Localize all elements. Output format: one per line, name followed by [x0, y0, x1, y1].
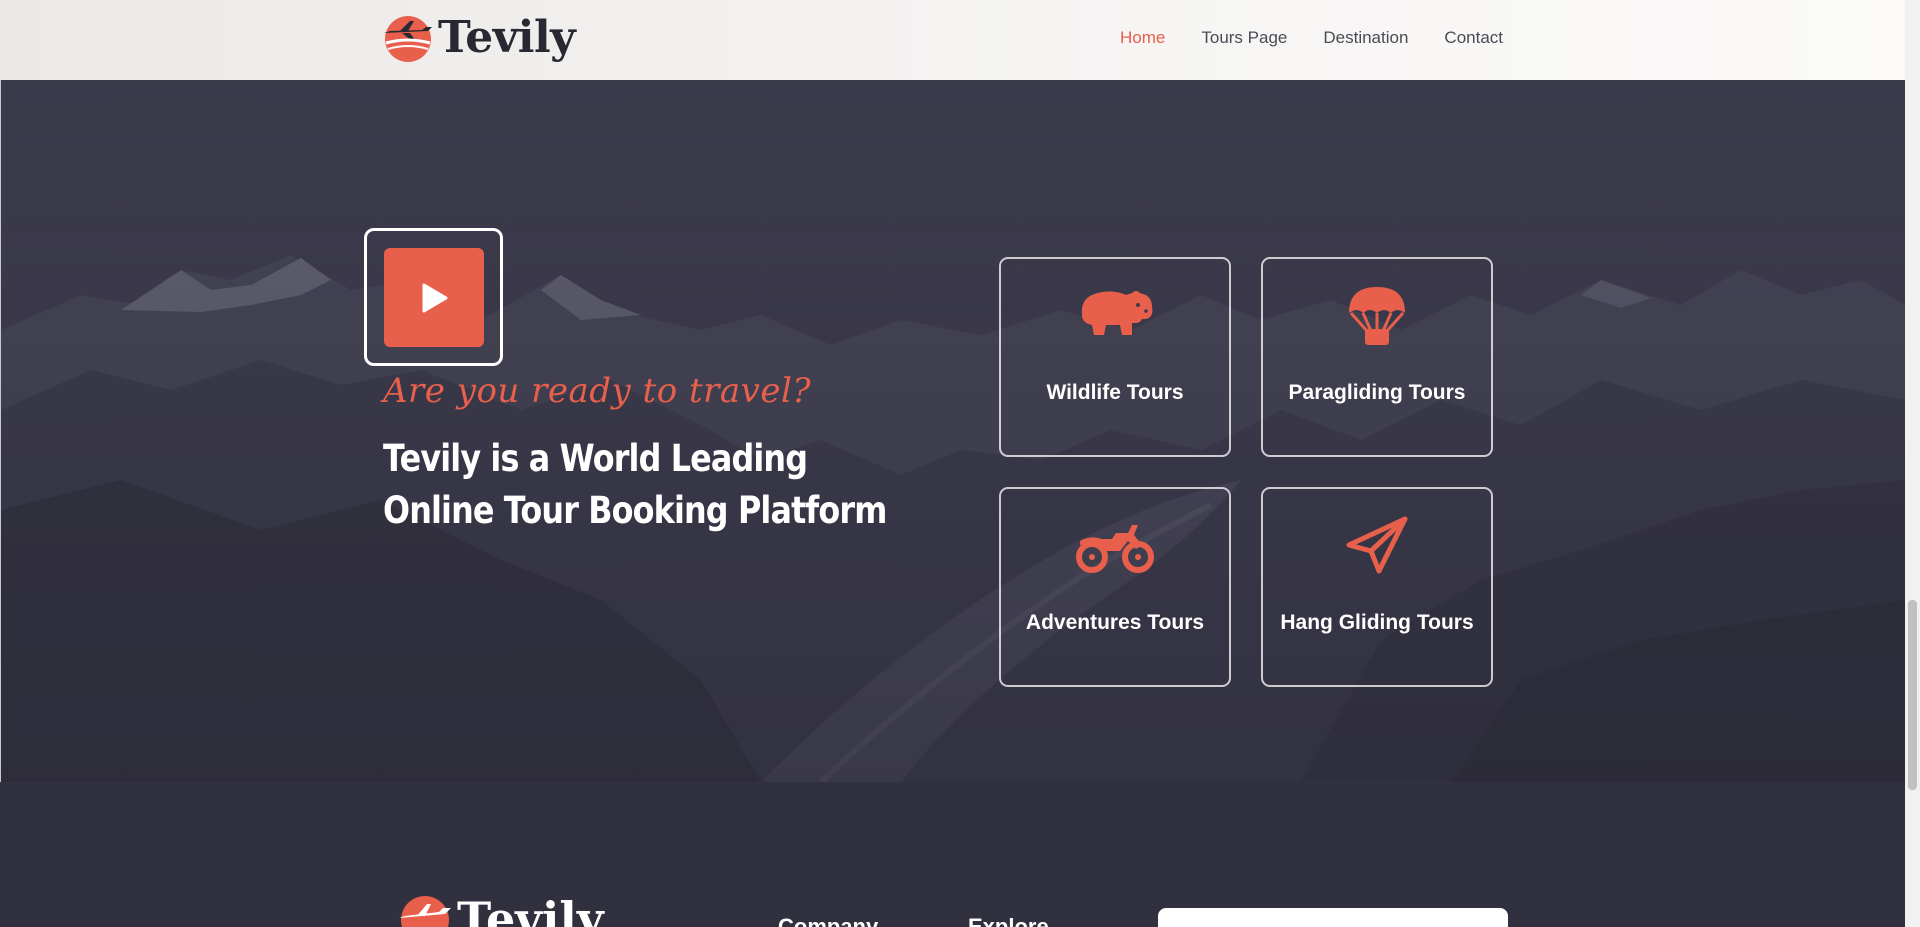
play-button-inner[interactable] — [384, 248, 484, 347]
page-scrollbar[interactable] — [1905, 0, 1920, 927]
card-wildlife-tours[interactable]: Wildlife Tours — [999, 257, 1231, 457]
brand-logo[interactable]: Tevily — [382, 12, 576, 63]
footer-brand-name: Tevily — [457, 892, 604, 927]
card-label: Paragliding Tours — [1288, 381, 1466, 404]
card-adventures-tours[interactable]: Adventures Tours — [999, 487, 1231, 687]
hero-tagline: Are you ready to travel? — [383, 371, 812, 411]
nav-destination[interactable]: Destination — [1323, 28, 1408, 48]
card-label: Adventures Tours — [1025, 611, 1205, 634]
footer-brand-logo[interactable]: Tevily — [397, 894, 604, 927]
footer-heading-explore: Explore — [968, 914, 1049, 927]
scrollbar-thumb[interactable] — [1908, 600, 1917, 790]
motorcycle-icon — [1076, 525, 1154, 573]
play-icon — [422, 283, 448, 312]
parachute-icon — [1349, 287, 1405, 345]
footer-newsletter-box — [1158, 908, 1508, 927]
hero-headline: Tevily is a World Leading Online Tour Bo… — [383, 437, 887, 532]
hero-section: Are you ready to travel? Tevily is a Wor… — [0, 80, 1905, 782]
card-label: Hang Gliding Tours — [1280, 611, 1474, 634]
nav-tours-page[interactable]: Tours Page — [1201, 28, 1287, 48]
paper-plane-icon — [1346, 516, 1408, 574]
card-paragliding-tours[interactable]: Paragliding Tours — [1261, 257, 1493, 457]
mountain-background-image — [1, 80, 1905, 782]
site-footer: Tevily Company Explore — [0, 782, 1905, 927]
footer-heading-company: Company — [778, 914, 879, 927]
hippo-icon — [1081, 291, 1153, 335]
nav-contact[interactable]: Contact — [1444, 28, 1503, 48]
plane-logo-icon — [382, 13, 434, 63]
nav-home[interactable]: Home — [1120, 28, 1165, 48]
site-header: Tevily Home Tours Page Destination Conta… — [0, 0, 1905, 80]
card-hang-gliding-tours[interactable]: Hang Gliding Tours — [1261, 487, 1493, 687]
brand-name: Tevily — [438, 12, 576, 63]
card-label: Wildlife Tours — [1046, 381, 1184, 404]
main-nav: Home Tours Page Destination Contact — [1120, 28, 1503, 48]
video-play-button[interactable] — [364, 228, 503, 366]
plane-logo-icon — [399, 896, 451, 927]
